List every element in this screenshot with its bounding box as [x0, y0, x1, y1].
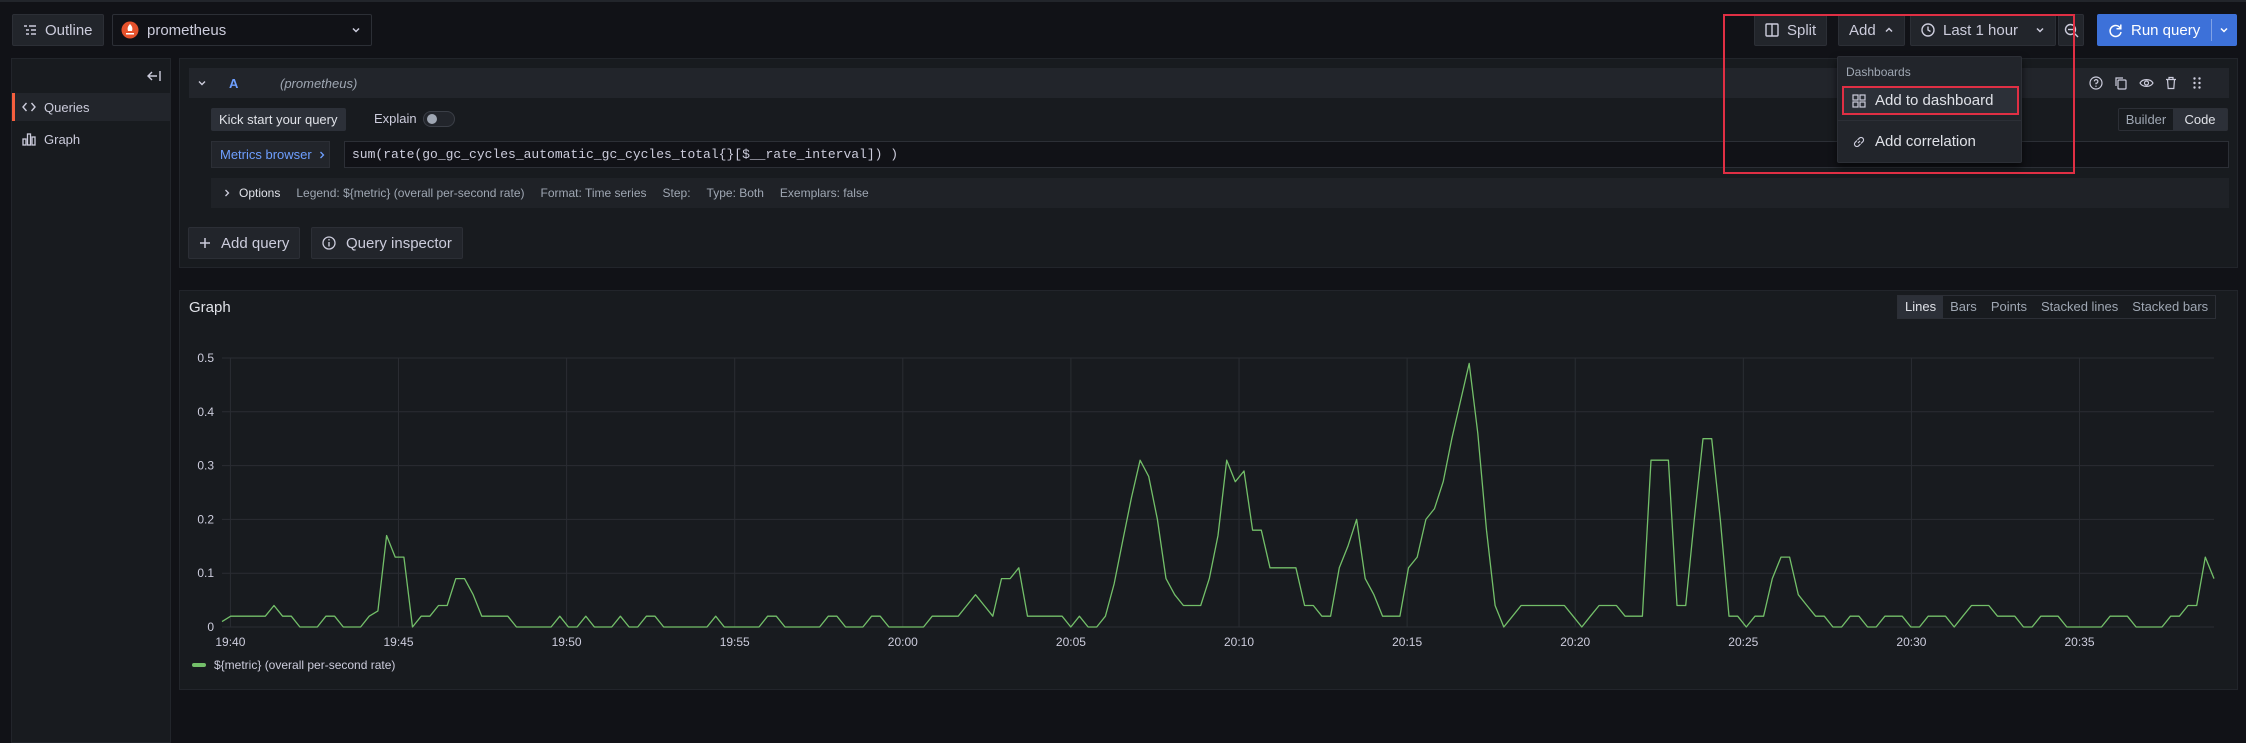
outline-label: Outline: [45, 21, 93, 39]
plus-icon: [199, 237, 211, 249]
list-icon: [23, 23, 37, 37]
query-expression-text: sum(rate(go_gc_cycles_automatic_gc_cycle…: [352, 147, 899, 162]
chevron-down-icon[interactable]: [2219, 25, 2229, 35]
chevron-right-icon: [223, 188, 231, 198]
mode-stacked-bars[interactable]: Stacked bars: [2125, 296, 2215, 318]
copy-icon[interactable]: [2114, 76, 2128, 90]
y-tick-label: 0.5: [197, 351, 214, 365]
x-tick-label: 19:45: [383, 635, 413, 649]
metrics-browser-label: Metrics browser: [220, 147, 312, 162]
chevron-down-icon: [351, 25, 361, 35]
collapse-sidebar-icon[interactable]: [146, 69, 162, 83]
sidebar-item-queries[interactable]: Queries: [12, 93, 170, 121]
run-query-button[interactable]: Run query: [2097, 14, 2237, 46]
mode-lines[interactable]: Lines: [1898, 296, 1944, 318]
y-tick-label: 0.3: [197, 459, 214, 473]
mode-builder[interactable]: Builder: [2119, 109, 2173, 130]
graph-title: Graph: [189, 299, 231, 316]
graph-legend[interactable]: ${metric} (overall per-second rate): [192, 658, 395, 672]
trash-icon[interactable]: [2164, 76, 2178, 90]
datasource-picker[interactable]: prometheus: [112, 14, 372, 46]
sidebar-item-label: Queries: [44, 99, 90, 115]
eye-icon[interactable]: [2139, 76, 2154, 90]
options-type: Type: Both: [706, 186, 764, 200]
x-tick-label: 19:40: [215, 635, 245, 649]
x-tick-label: 20:25: [1728, 635, 1758, 649]
display-mode-group: Lines Bars Points Stacked lines Stacked …: [1897, 295, 2217, 319]
explain-label: Explain: [374, 111, 417, 126]
datasource-name: prometheus: [147, 21, 227, 39]
outline-sidebar: Queries Graph: [11, 58, 171, 743]
query-datasource-hint: (prometheus): [280, 76, 358, 91]
x-tick-label: 20:35: [2065, 635, 2095, 649]
outline-button[interactable]: Outline: [12, 14, 104, 46]
options-legend: Legend: ${metric} (overall per-second ra…: [296, 186, 525, 200]
query-inspector-button[interactable]: Query inspector: [311, 227, 463, 259]
refresh-icon: [2108, 23, 2123, 38]
query-ref-id[interactable]: A: [229, 76, 238, 91]
time-series-chart[interactable]: 0 0.1 0.2 0.3 0.4 0.5 19:40 19:45 19:50 19:55 20:0…: [179, 330, 2238, 660]
options-exemplars: Exemplars: false: [779, 186, 869, 200]
help-icon[interactable]: [2089, 76, 2103, 90]
x-tick-label: 19:50: [552, 635, 582, 649]
x-tick-label: 20:20: [1560, 635, 1590, 649]
options-label: Options: [239, 186, 281, 200]
kick-start-button[interactable]: Kick start your query: [211, 108, 346, 131]
legend-label: ${metric} (overall per-second rate): [214, 658, 396, 672]
x-tick-label: 20:00: [888, 635, 918, 649]
add-query-label: Add query: [221, 234, 290, 252]
mode-bars[interactable]: Bars: [1943, 296, 1984, 318]
legend-swatch: [192, 663, 206, 667]
drag-handle-icon[interactable]: [2192, 76, 2202, 90]
query-inspector-label: Query inspector: [346, 234, 452, 252]
y-tick-label: 0.4: [197, 405, 214, 419]
sidebar-item-graph[interactable]: Graph: [12, 125, 170, 153]
highlight-annotation: [1723, 14, 2075, 174]
x-tick-label: 19:55: [720, 635, 750, 649]
sidebar-item-label: Graph: [44, 131, 81, 147]
query-options-row[interactable]: Options Legend: ${metric} (overall per-s…: [211, 178, 2229, 208]
chevron-right-icon: [318, 150, 326, 160]
divider: [2211, 19, 2212, 41]
x-tick-label: 20:30: [1896, 635, 1926, 649]
editor-mode-switch: Builder Code: [2118, 108, 2228, 131]
toggle-knob: [427, 114, 437, 124]
options-format: Format: Time series: [540, 186, 647, 200]
add-query-button[interactable]: Add query: [188, 227, 301, 259]
mode-stacked-lines[interactable]: Stacked lines: [2034, 296, 2125, 318]
y-tick-label: 0.2: [197, 512, 214, 526]
x-tick-label: 20:15: [1392, 635, 1422, 649]
prometheus-logo-icon: [121, 21, 139, 39]
y-tick-label: 0: [207, 620, 214, 634]
x-tick-label: 20:10: [1224, 635, 1254, 649]
explain-toggle[interactable]: [423, 111, 455, 127]
info-icon: [322, 236, 336, 250]
mode-points[interactable]: Points: [1984, 296, 2034, 318]
x-tick-label: 20:05: [1056, 635, 1086, 649]
run-query-label: Run query: [2131, 21, 2201, 39]
y-tick-label: 0.1: [197, 566, 214, 580]
options-step: Step:: [662, 186, 691, 200]
metrics-browser-button[interactable]: Metrics browser: [211, 141, 330, 168]
mode-code[interactable]: Code: [2173, 109, 2227, 130]
bar-chart-icon: [22, 132, 36, 146]
active-indicator: [12, 93, 15, 121]
code-icon: [22, 101, 36, 113]
chevron-down-icon[interactable]: [197, 78, 207, 88]
series-line: [221, 362, 2215, 628]
